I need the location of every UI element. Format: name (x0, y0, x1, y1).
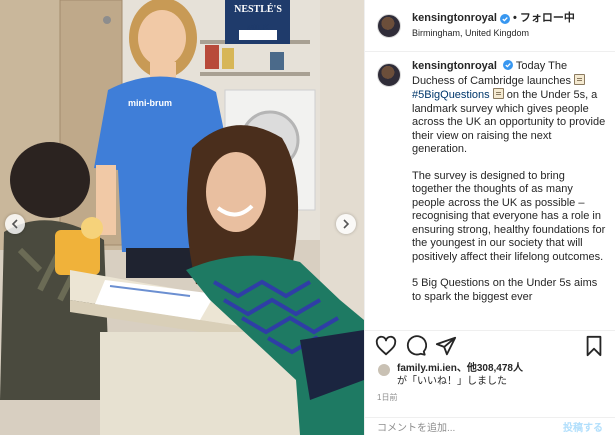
clipboard-emoji-icon (492, 88, 504, 99)
comment-bar: コメントを追加... 投稿する (365, 417, 615, 435)
following-button[interactable]: • フォロー中 (513, 12, 575, 26)
photo-illustration (0, 0, 364, 435)
verified-badge-icon (503, 60, 514, 70)
likes-text: family.mi.ien、他308,478人 が「いいね！」しました (397, 362, 523, 388)
post-side-panel: kensingtonroyal • フォロー中 Birmingham, Unit… (364, 0, 615, 435)
post-photo[interactable]: NESTLÉ'S MILK mini-brum (0, 0, 364, 435)
sign-line2: MILK (246, 23, 270, 32)
likes-suffix: が「いいね！」しました (397, 376, 507, 387)
header-row: kensingtonroyal • フォロー中 (412, 12, 575, 26)
caption-paragraph-3: 5 Big Questions on the Under 5s aims to … (412, 277, 598, 303)
photo-sign: NESTLÉ'S MILK (227, 4, 289, 34)
location-link[interactable]: Birmingham, United Kingdom (412, 28, 575, 39)
action-bar (365, 330, 615, 360)
chevron-right-icon (343, 219, 350, 229)
comment-input[interactable]: コメントを追加... (377, 419, 455, 434)
caption-paragraph-2: The survey is designed to bring together… (412, 169, 606, 263)
username-link[interactable]: kensingtonroyal (412, 12, 497, 26)
avatar[interactable] (377, 13, 401, 38)
post-header: kensingtonroyal • フォロー中 Birmingham, Unit… (365, 0, 615, 52)
heart-icon[interactable] (375, 335, 397, 357)
comment-icon[interactable] (405, 334, 427, 357)
likes-summary[interactable]: family.mi.ien、他308,478人 が「いいね！」しました (377, 362, 607, 388)
likes-count[interactable]: 、他308,478人 (457, 363, 523, 374)
hashtag-link[interactable]: #5BigQuestions (412, 89, 490, 101)
clipboard-emoji-icon (574, 73, 586, 85)
caption: kensingtonroyal Today The Duchess of Cam… (377, 60, 607, 322)
liker-name[interactable]: family.mi.ien (397, 363, 457, 374)
post-comment-button[interactable]: 投稿する (563, 419, 603, 434)
liker-avatar (377, 363, 391, 377)
post-timestamp[interactable]: 1日前 (377, 392, 397, 403)
carousel-prev-button[interactable] (5, 214, 25, 234)
share-icon[interactable] (435, 335, 457, 357)
chevron-left-icon (11, 219, 18, 229)
avatar[interactable] (377, 63, 401, 87)
bookmark-icon[interactable] (583, 335, 605, 357)
sign-line1: NESTLÉ'S (234, 4, 282, 15)
verified-badge-icon (499, 13, 510, 24)
header-text: kensingtonroyal • フォロー中 Birmingham, Unit… (412, 12, 575, 39)
tshirt-print: mini-brum (128, 98, 172, 108)
caption-text: kensingtonroyal Today The Duchess of Cam… (412, 60, 607, 322)
carousel-next-button[interactable] (336, 214, 356, 234)
caption-username-link[interactable]: kensingtonroyal (412, 60, 497, 72)
